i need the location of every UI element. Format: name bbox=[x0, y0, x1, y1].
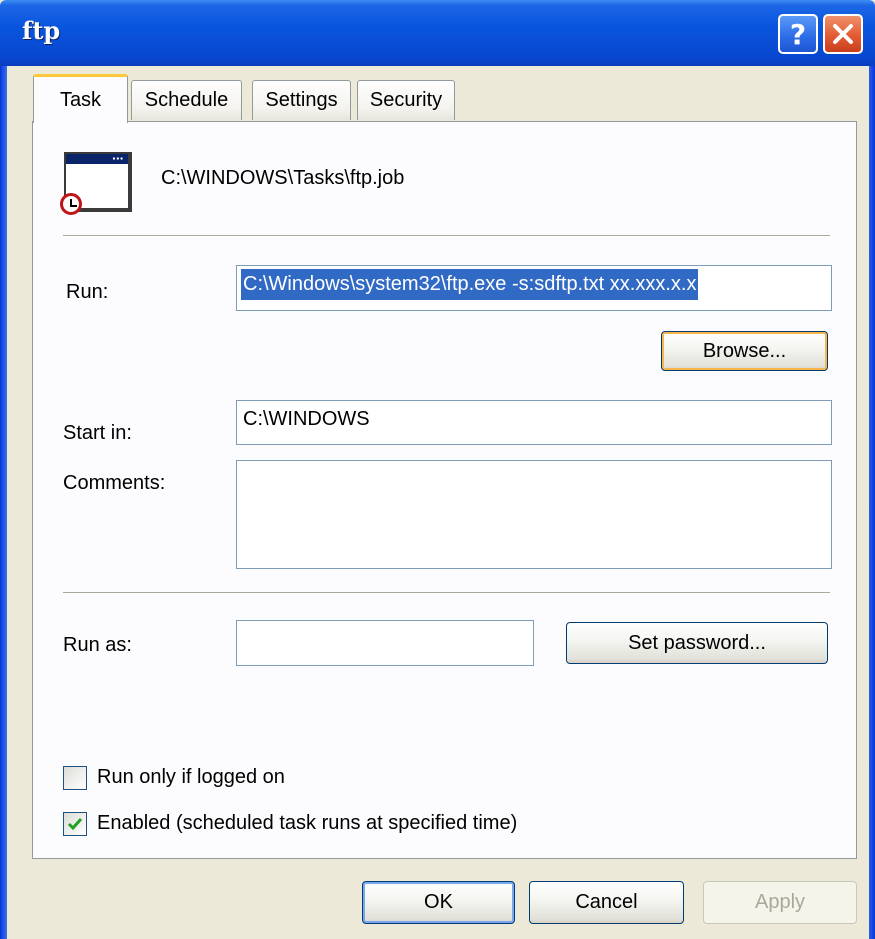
run-command-input[interactable]: C:\Windows\system32\ftp.exe -s:sdftp.txt… bbox=[236, 265, 832, 311]
divider bbox=[63, 592, 830, 594]
tab-task[interactable]: Task bbox=[33, 74, 128, 123]
job-file-path: C:\WINDOWS\Tasks\ftp.job bbox=[161, 167, 405, 189]
close-icon bbox=[833, 24, 853, 44]
run-only-if-logged-on-checkbox[interactable] bbox=[63, 766, 87, 790]
browse-button[interactable]: Browse... bbox=[661, 331, 828, 371]
start-in-label: Start in: bbox=[63, 422, 132, 444]
tab-security-label: Security bbox=[369, 89, 443, 111]
run-as-input[interactable] bbox=[236, 620, 534, 666]
run-label: Run: bbox=[66, 281, 109, 303]
start-in-input[interactable]: C:\WINDOWS bbox=[236, 400, 832, 445]
tab-schedule-label: Schedule bbox=[144, 89, 229, 111]
run-only-if-logged-on-label[interactable]: Run only if logged on bbox=[97, 766, 285, 789]
clock-icon bbox=[60, 193, 82, 215]
window-frame-left bbox=[0, 66, 7, 939]
comments-label: Comments: bbox=[63, 472, 166, 494]
window-frame-right bbox=[869, 66, 875, 939]
checkmark-icon bbox=[67, 818, 83, 831]
tab-settings-label: Settings bbox=[265, 89, 338, 111]
apply-button[interactable]: Apply bbox=[703, 881, 857, 924]
tab-settings[interactable]: Settings bbox=[252, 80, 351, 120]
window-title: ftp bbox=[22, 16, 61, 45]
help-icon: ? bbox=[789, 17, 807, 51]
set-password-button[interactable]: Set password... bbox=[566, 622, 828, 664]
run-as-label: Run as: bbox=[63, 634, 132, 656]
tab-security[interactable]: Security bbox=[357, 80, 455, 120]
comments-textarea[interactable] bbox=[236, 460, 832, 569]
tab-schedule[interactable]: Schedule bbox=[131, 80, 242, 120]
enabled-checkbox[interactable] bbox=[63, 812, 87, 836]
run-command-value: C:\Windows\system32\ftp.exe -s:sdftp.txt… bbox=[241, 269, 699, 300]
divider bbox=[63, 235, 830, 237]
tab-task-label: Task bbox=[59, 88, 102, 111]
help-button[interactable]: ? bbox=[778, 14, 818, 54]
close-button[interactable] bbox=[823, 14, 863, 54]
enabled-label[interactable]: Enabled (scheduled task runs at specifie… bbox=[97, 812, 517, 835]
title-bar[interactable]: ftp ? bbox=[0, 0, 875, 66]
cancel-button[interactable]: Cancel bbox=[529, 881, 684, 924]
ok-button[interactable]: OK bbox=[362, 881, 515, 924]
task-properties-dialog: ftp ? Task Schedule Settings Security ▪▪… bbox=[0, 0, 875, 939]
